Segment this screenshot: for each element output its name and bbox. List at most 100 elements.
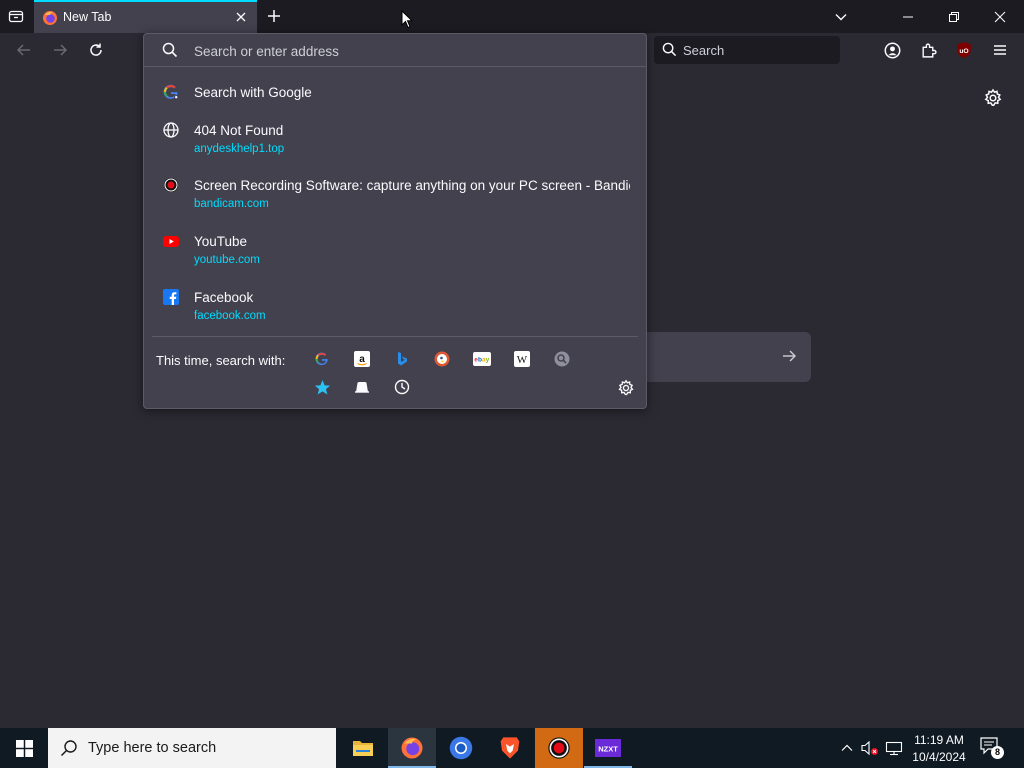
ublock-origin-icon: uO [957, 42, 971, 58]
urlbar-result[interactable]: Screen Recording Software: capture anyth… [144, 172, 646, 216]
windows-taskbar: Type here to search NZXT 11:19 AM 10/4/2… [0, 728, 1024, 768]
reload-icon [90, 43, 102, 56]
restore-button[interactable] [931, 0, 977, 33]
taskbar-bandicam[interactable] [535, 728, 583, 768]
page-search-box[interactable] [646, 332, 811, 382]
divider [152, 336, 638, 337]
search-engine-duckduckgo[interactable] [433, 350, 451, 368]
account-button[interactable] [882, 40, 902, 60]
search-engine-ebay[interactable]: e b a y [473, 350, 491, 368]
record-icon [164, 178, 178, 192]
search-engine-bing[interactable] [393, 350, 411, 368]
amazon-icon: a [354, 351, 370, 367]
list-all-tabs-button[interactable] [6, 6, 26, 26]
show-hidden-icons-button[interactable] [837, 738, 857, 758]
taskbar-file-explorer[interactable] [339, 728, 387, 768]
search-engine-amazon[interactable]: a [353, 350, 371, 368]
taskbar-firefox[interactable] [388, 728, 436, 768]
taskbar-clock[interactable]: 11:19 AM 10/4/2024 [906, 732, 972, 766]
result-url: bandicam.com [194, 198, 269, 210]
search-engine-other[interactable] [553, 350, 571, 368]
toolbar-search-box[interactable]: Search [654, 36, 840, 64]
puzzle-piece-icon [921, 43, 937, 58]
svg-text:W: W [517, 354, 528, 366]
facebook-icon [163, 289, 179, 305]
back-button[interactable] [13, 39, 35, 61]
nzxt-icon: NZXT [595, 739, 621, 757]
account-icon [884, 42, 900, 58]
urlbar-result[interactable]: YouTube youtube.com [144, 228, 646, 272]
result-title: Facebook [194, 290, 254, 305]
search-engine-icon [554, 351, 570, 367]
bookmarks-star-icon [314, 379, 330, 395]
arrow-right-icon[interactable] [781, 348, 797, 364]
taskbar-brave[interactable] [486, 728, 534, 768]
urlbar-input[interactable] [194, 42, 634, 60]
taskbar-nzxt-cam[interactable]: NZXT [584, 728, 632, 768]
record-icon [548, 737, 570, 759]
search-settings-gear-icon[interactable] [617, 379, 635, 397]
search-history-button[interactable] [393, 378, 411, 396]
reload-button[interactable] [85, 39, 107, 61]
search-bookmarks-button[interactable] [313, 378, 331, 396]
result-title: Screen Recording Software: capture anyth… [194, 178, 630, 193]
network-button[interactable] [884, 738, 904, 758]
folder-icon [353, 741, 373, 756]
urlbar-result[interactable]: Search with Google [144, 79, 646, 105]
gear-icon[interactable] [983, 88, 1003, 108]
taskbar-search-box[interactable]: Type here to search [48, 728, 336, 768]
search-tabs-button[interactable] [353, 378, 371, 396]
search-icon [662, 42, 677, 57]
close-icon [994, 11, 1006, 22]
history-icon [394, 379, 410, 395]
one-off-search-label: This time, search with: [156, 353, 286, 368]
notification-count-badge: 8 [991, 746, 1004, 759]
search-engine-wikipedia[interactable]: W [513, 350, 531, 368]
close-tab-icon[interactable] [233, 9, 249, 25]
urlbar-result[interactable]: 404 Not Found anydeskhelp1.top [144, 117, 646, 161]
taskbar-chromium[interactable] [437, 728, 485, 768]
forward-button[interactable] [49, 39, 71, 61]
mouse-cursor-icon [401, 10, 413, 29]
result-url: anydeskhelp1.top [194, 143, 285, 155]
svg-text:uO: uO [959, 48, 968, 55]
start-button[interactable] [0, 728, 48, 768]
tab-title: New Tab [63, 10, 112, 24]
chromium-icon [449, 736, 473, 760]
windows-logo-icon [15, 739, 33, 757]
firefox-icon [401, 737, 423, 759]
restore-icon [949, 11, 959, 22]
ublock-origin-button[interactable]: uO [954, 40, 974, 60]
close-window-button[interactable] [977, 0, 1023, 33]
search-engine-google[interactable] [313, 350, 331, 368]
tab-overflow-chevron-button[interactable] [818, 0, 864, 33]
globe-icon [163, 122, 179, 138]
brave-lion-icon [500, 737, 520, 759]
urlbar-result[interactable]: Facebook facebook.com [144, 284, 646, 328]
chevron-down-icon [835, 13, 847, 20]
result-url: youtube.com [194, 254, 260, 266]
action-center-button[interactable]: 8 [980, 737, 1004, 759]
youtube-icon [163, 236, 179, 247]
search-icon [60, 740, 77, 757]
chevron-up-icon [841, 744, 853, 751]
search-icon [162, 42, 178, 58]
google-icon [315, 352, 328, 366]
wikipedia-icon: W [514, 351, 530, 367]
google-icon [163, 84, 179, 100]
tab-new-tab[interactable]: New Tab [34, 0, 257, 33]
svg-text:NZXT: NZXT [598, 745, 618, 754]
result-url: facebook.com [194, 310, 266, 322]
arrow-right-icon [54, 44, 67, 56]
taskbar-search-placeholder: Type here to search [88, 740, 217, 756]
new-tab-plus-icon[interactable] [265, 7, 283, 25]
result-title: YouTube [194, 234, 248, 249]
volume-button[interactable] [860, 738, 880, 758]
toolbar-search-placeholder: Search [683, 43, 725, 58]
firefox-icon [43, 11, 57, 25]
svg-text:a: a [359, 354, 365, 365]
app-menu-button[interactable] [990, 40, 1010, 60]
minimize-button[interactable] [885, 0, 931, 33]
duckduckgo-icon [434, 351, 450, 367]
extensions-button[interactable] [918, 40, 938, 60]
